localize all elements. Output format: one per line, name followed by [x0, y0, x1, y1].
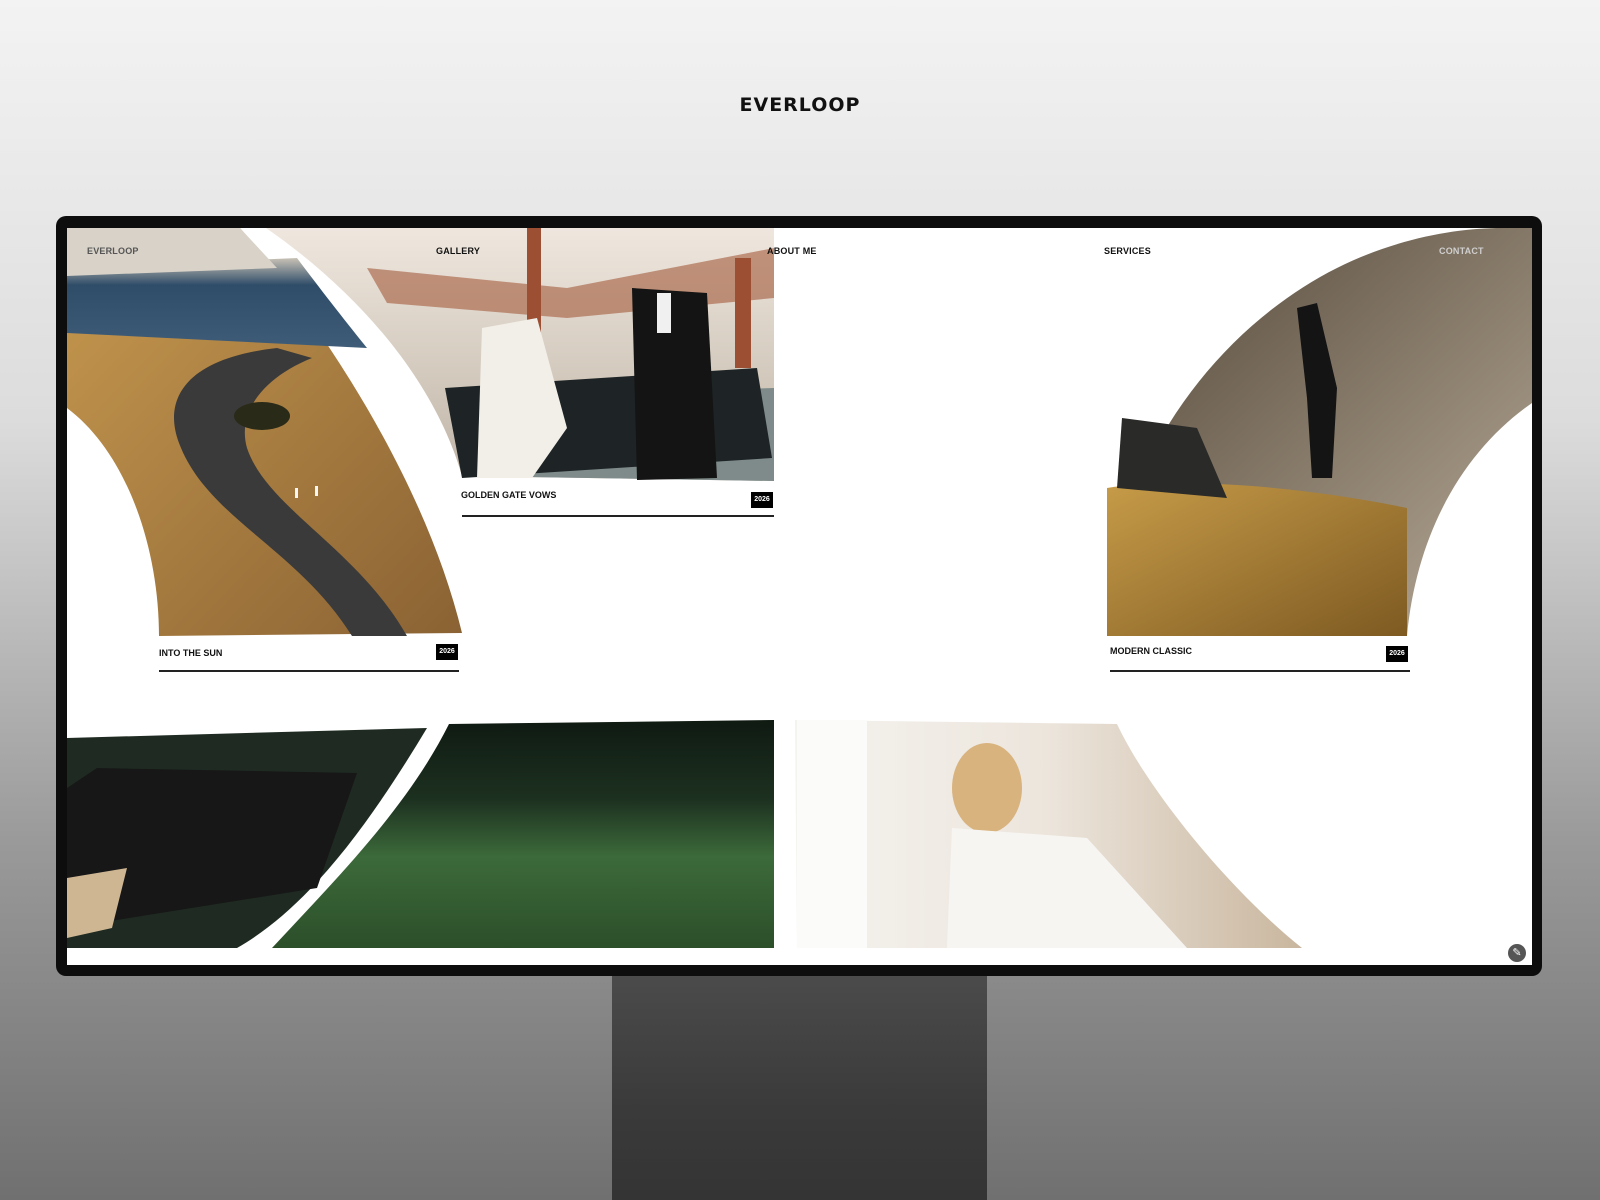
website-screen: EVERLOOP GALLERY ABOUT ME SERVICES CONTA… [67, 228, 1532, 965]
card-title-into-the-sun[interactable]: INTO THE SUN [159, 648, 222, 658]
year-badge: 2026 [1386, 646, 1408, 662]
modern-classic-image[interactable] [1107, 228, 1532, 636]
pencil-icon[interactable]: ✎ [1508, 944, 1526, 962]
card-title-golden-gate-vows[interactable]: GOLDEN GATE VOWS [461, 490, 556, 500]
card-title-modern-classic[interactable]: MODERN CLASSIC [1110, 646, 1192, 656]
year-badge: 2026 [436, 644, 458, 660]
nav-gallery[interactable]: GALLERY [436, 246, 480, 256]
nav-about-me[interactable]: ABOUT ME [767, 246, 817, 256]
nav-services[interactable]: SERVICES [1104, 246, 1151, 256]
monitor-stand [612, 975, 987, 1200]
bride-image[interactable] [795, 720, 1302, 948]
nav-contact[interactable]: CONTACT [1439, 246, 1484, 256]
year-badge: 2026 [751, 492, 773, 508]
brand-logo: EVERLOOP [739, 94, 861, 116]
card-divider [159, 670, 459, 672]
gallery-artwork [67, 228, 1532, 948]
card-divider [462, 515, 774, 517]
nav-logo[interactable]: EVERLOOP [87, 246, 139, 256]
card-divider [1110, 670, 1410, 672]
forest-car-image[interactable] [67, 720, 774, 948]
